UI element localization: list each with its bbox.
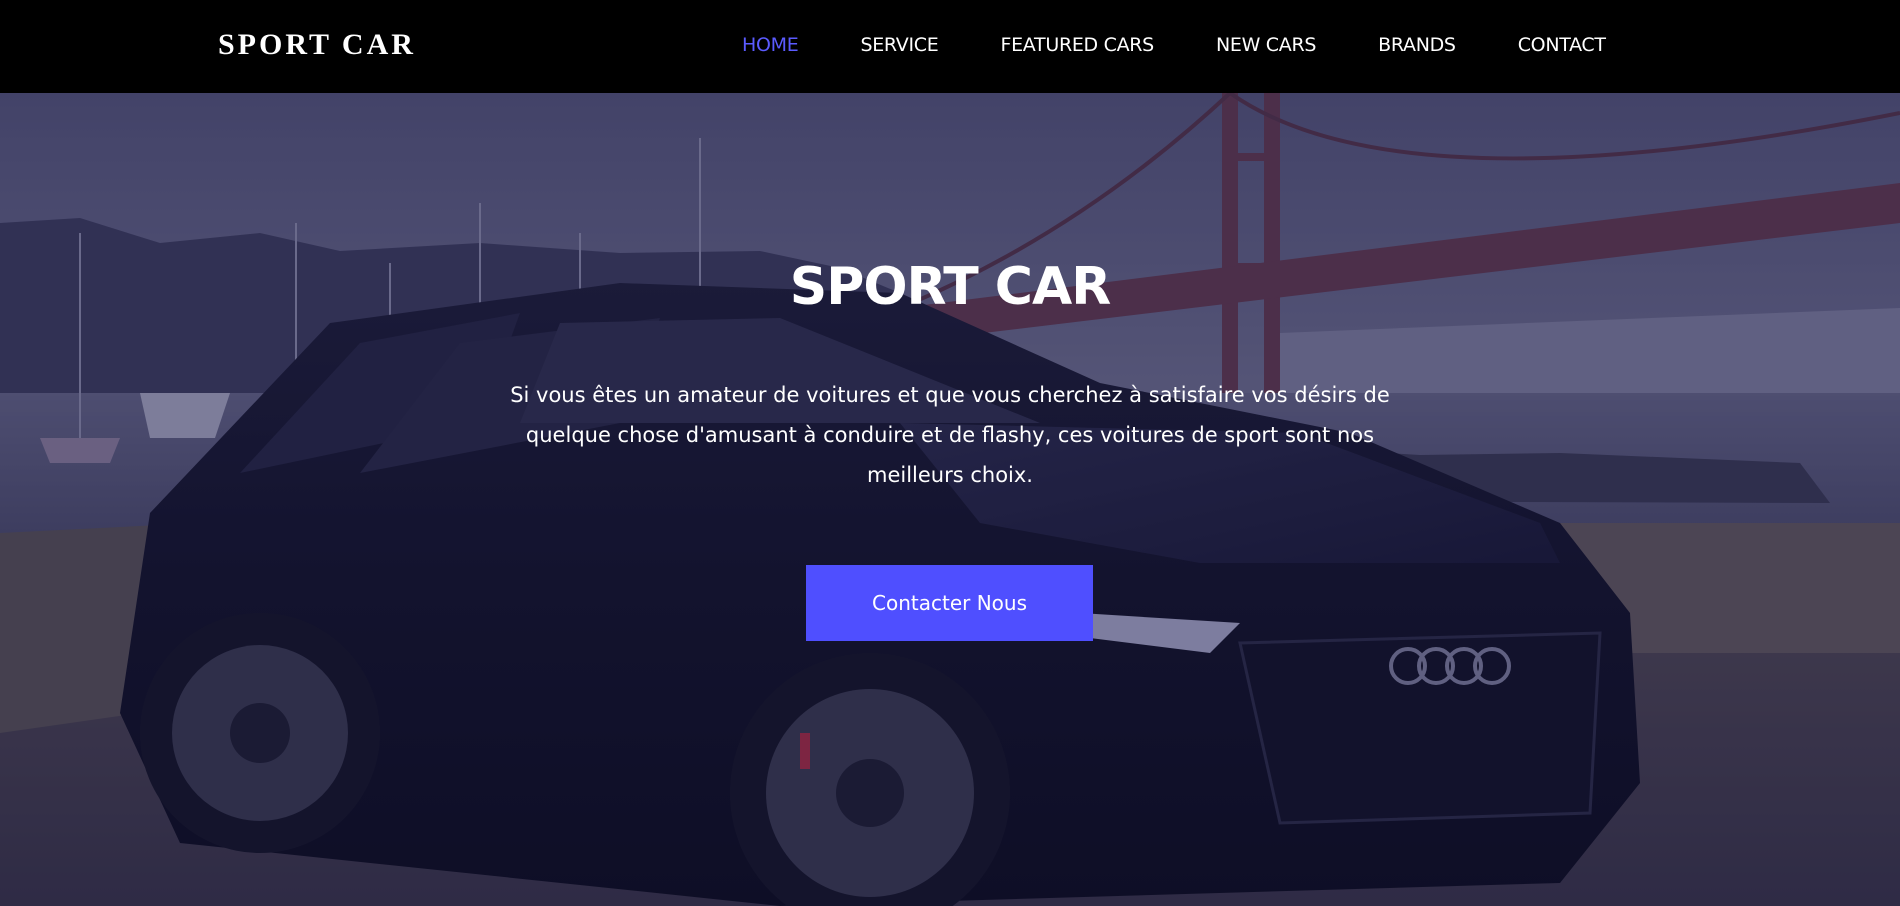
nav-item-contact: CONTACT xyxy=(1518,34,1606,56)
nav-link-contact[interactable]: CONTACT xyxy=(1518,34,1606,56)
nav-item-featured-cars: FEATURED CARS xyxy=(1000,34,1154,56)
nav-link-new-cars[interactable]: NEW CARS xyxy=(1216,34,1316,56)
nav-item-service: SERVICE xyxy=(860,34,938,56)
nav-item-brands: BRANDS xyxy=(1378,34,1456,56)
nav-link-home[interactable]: HOME xyxy=(742,34,799,56)
page: SPORT CAR HOME SERVICE FEATURED CARS NEW… xyxy=(0,0,1900,906)
brand-logo[interactable]: SPORT CAR xyxy=(218,26,416,64)
hero-title: SPORT CAR xyxy=(789,257,1112,317)
nav-menu: HOME SERVICE FEATURED CARS NEW CARS BRAN… xyxy=(742,30,1606,60)
hero-content: SPORT CAR Si vous êtes un amateur de voi… xyxy=(0,93,1900,906)
hero-description: Si vous êtes un amateur de voitures et q… xyxy=(510,383,1390,487)
navbar: SPORT CAR HOME SERVICE FEATURED CARS NEW… xyxy=(0,0,1900,93)
hero-section: SPORT CAR Si vous êtes un amateur de voi… xyxy=(0,93,1900,906)
contact-us-button[interactable]: Contacter Nous xyxy=(806,565,1093,641)
nav-item-new-cars: NEW CARS xyxy=(1216,34,1316,56)
nav-link-service[interactable]: SERVICE xyxy=(860,34,938,56)
nav-link-brands[interactable]: BRANDS xyxy=(1378,34,1456,56)
nav-link-featured-cars[interactable]: FEATURED CARS xyxy=(1000,34,1154,56)
nav-item-home: HOME xyxy=(742,34,799,56)
